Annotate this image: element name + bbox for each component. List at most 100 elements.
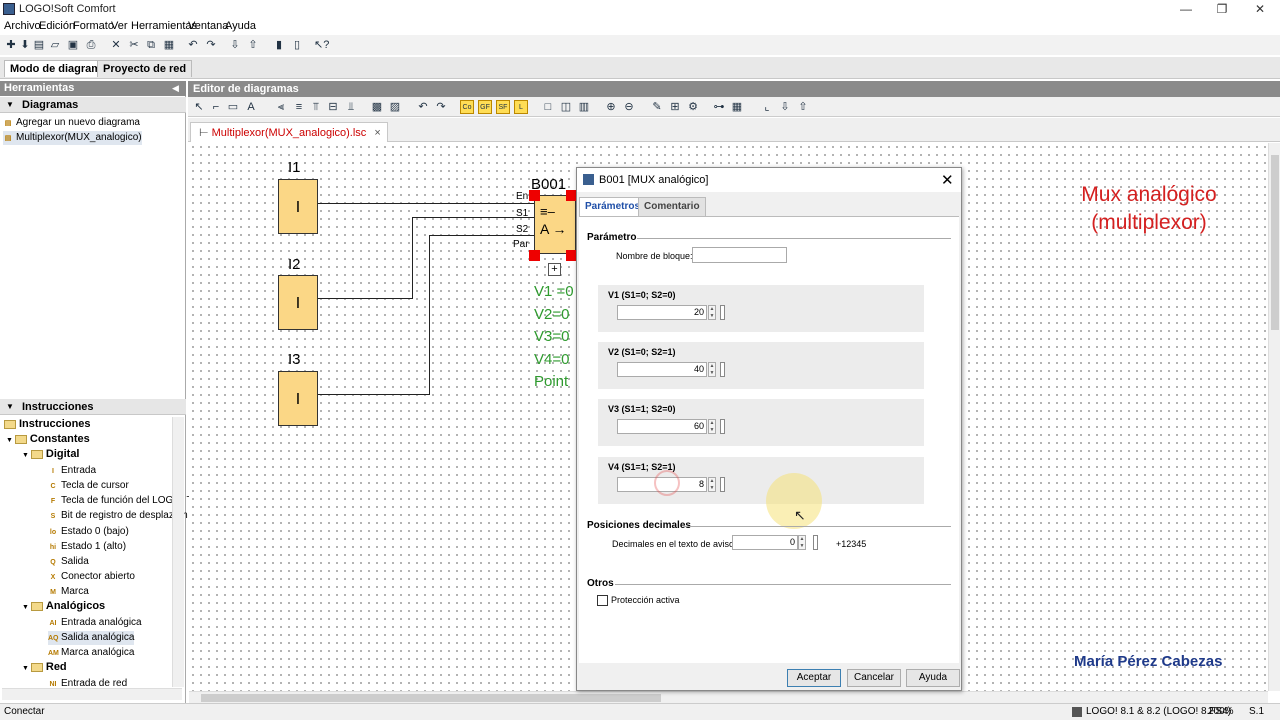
transfer-logo-pc-icon[interactable]: ⇧ [246,38,260,52]
tree-horizontal-scrollbar[interactable] [2,688,182,700]
cursor-mode-icon[interactable]: ⌞ [760,100,774,114]
v1-input[interactable]: 20 [617,305,707,320]
collapse-panel-icon[interactable]: ◀ [172,83,179,94]
align-left-icon[interactable]: ⫷ [274,100,288,114]
tree-item-tecla-funcion[interactable]: F Tecla de función del LOGO! T [48,494,193,508]
v3-spinner[interactable]: ▲ ▼ [708,419,716,434]
menu-edicion[interactable]: Edición [39,20,75,32]
tab-parametros[interactable]: Parámetros [579,197,647,216]
diagram-item-mux[interactable]: ▤ Multiplexor(MUX_analogico) [3,131,142,145]
decimals-spinner[interactable]: ▲ ▼ [798,535,806,550]
v1-spinner[interactable]: ▲ ▼ [708,305,716,320]
selection-handle[interactable] [529,250,540,261]
menu-ventana[interactable]: Ventana [188,20,228,32]
tree-item-conector-abierto[interactable]: X Conector abierto [48,570,135,584]
align-bottom-icon[interactable]: ⫫ [344,100,358,114]
align-center-icon[interactable]: ≡ [292,100,306,114]
block-name-input[interactable] [692,247,787,263]
tree-analogicos[interactable]: ▼ Analógicos [22,600,105,614]
save-icon[interactable]: ▣ [66,38,80,52]
document-tab[interactable]: ⊢ Multiplexor(MUX_analogico).lsc × [190,122,388,142]
paste-icon[interactable]: ▦ [162,38,176,52]
stop-icon[interactable]: ▯ [290,38,304,52]
download-icon[interactable]: ⬇ [18,38,32,52]
new-file-icon[interactable]: ▤ [32,38,46,52]
v3-input[interactable]: 60 [617,419,707,434]
tab-comentario[interactable]: Comentario [638,197,706,216]
maximize-button[interactable]: ❐ [1202,1,1242,17]
network-icon[interactable]: ⊶ [712,100,726,114]
gf-icon[interactable]: GF [478,100,492,114]
instructions-header[interactable]: Instrucciones [0,399,186,415]
v2-input[interactable]: 40 [617,362,707,377]
tree-item-marca[interactable]: M Marca [48,585,89,599]
connect-tool-icon[interactable]: ⌐ [209,100,223,114]
accept-button[interactable]: Aceptar [787,669,841,687]
v1-reference-button[interactable] [720,305,725,320]
tree-constantes[interactable]: ▼ Constantes [6,433,90,447]
co-icon[interactable]: Co [460,100,474,114]
tree-item-marca-analogica[interactable]: AM Marca analógica [48,646,134,660]
protection-checkbox[interactable] [597,595,608,606]
expand-params-button[interactable]: + [548,263,561,276]
input-block-i3[interactable]: I [278,371,318,426]
minimize-button[interactable]: — [1166,1,1206,17]
align-middle-icon[interactable]: ⊟ [326,100,340,114]
tree-item-salida-analogica[interactable]: AQ Salida analógica [48,631,135,645]
v2-reference-button[interactable] [720,362,725,377]
input-block-i1[interactable]: I [278,179,318,234]
single-view-icon[interactable]: □ [541,100,555,114]
close-tab-icon[interactable]: × [374,127,380,139]
help-pointer-icon[interactable]: ↖? [314,38,329,52]
dialog-close-icon[interactable]: ✕ [941,171,954,189]
l-icon[interactable]: L [514,100,528,114]
canvas-vertical-scrollbar[interactable] [1268,143,1280,691]
new-icon[interactable]: ✚ [4,38,18,52]
add-diagram-item[interactable]: ▤ Agregar un nuevo diagrama [3,116,140,130]
rotate-left-icon[interactable]: ↶ [416,100,430,114]
move-up-icon[interactable]: ⇧ [796,100,810,114]
copy-icon[interactable]: ⧉ [144,38,158,52]
menu-ver[interactable]: Ver [111,20,128,32]
tree-digital[interactable]: ▼ Digital [22,448,80,462]
group-icon[interactable]: ▩ [370,100,384,114]
zoom-out-icon[interactable]: ⊖ [622,100,636,114]
input-block-i2[interactable]: I [278,275,318,330]
open-icon[interactable]: ▱ [48,38,62,52]
mux-block[interactable]: ≡– A → [534,195,576,254]
move-down-icon[interactable]: ⇩ [778,100,792,114]
tree-item-entrada-analogica[interactable]: AI Entrada analógica [48,616,142,630]
sf-icon[interactable]: SF [496,100,510,114]
cancel-button[interactable]: Cancelar [847,669,901,687]
chevron-down-icon[interactable]: ▼ [6,100,14,109]
tree-instrucciones[interactable]: Instrucciones [4,418,91,431]
tab-proyecto-red[interactable]: Proyecto de red [97,60,193,77]
scroll-thumb[interactable] [1271,155,1279,330]
decimals-input[interactable]: 0 [732,535,798,550]
tree-vertical-scrollbar[interactable] [172,417,184,687]
menu-archivo[interactable]: Archivo [4,20,41,32]
diagrams-header[interactable]: Diagramas [0,97,186,113]
cut-icon[interactable]: ✂ [127,38,141,52]
close-window-button[interactable]: ✕ [1240,1,1280,17]
tree-item-entrada[interactable]: I Entrada [48,464,96,478]
tree-item-estado-1[interactable]: hi Estado 1 (alto) [48,540,126,554]
v4-spinner[interactable]: ▲ ▼ [708,477,716,492]
menu-formato[interactable]: Formato [73,20,114,32]
transfer-pc-logo-icon[interactable]: ⇩ [228,38,242,52]
v2-spinner[interactable]: ▲ ▼ [708,362,716,377]
ungroup-icon[interactable]: ▨ [388,100,402,114]
align-top-icon[interactable]: ⫪ [309,100,323,114]
rotate-right-icon[interactable]: ↷ [434,100,448,114]
scroll-thumb[interactable] [201,694,661,702]
tree-item-bit-registro[interactable]: S Bit de registro de desplazam [48,509,188,523]
properties-icon[interactable]: ⚙ [686,100,700,114]
menu-ayuda[interactable]: Ayuda [225,20,256,32]
help-button[interactable]: Ayuda [906,669,960,687]
triple-view-icon[interactable]: ▥ [577,100,591,114]
tree-item-tecla-cursor[interactable]: C Tecla de cursor [48,479,128,493]
block-tool-icon[interactable]: ▭ [226,100,240,114]
v4-reference-button[interactable] [720,477,725,492]
redo-icon[interactable]: ↷ [204,38,218,52]
chevron-down-icon[interactable]: ▼ [6,402,14,411]
